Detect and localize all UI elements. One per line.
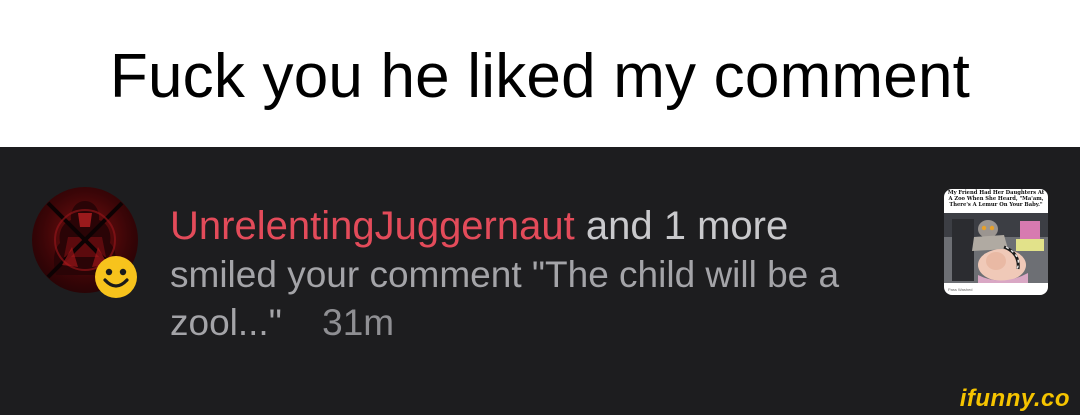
smiley-face-icon (93, 254, 139, 300)
post-thumbnail[interactable]: My Friend Had Her Daughters At A Zoo Whe… (944, 189, 1048, 295)
notification-message-continued: zool..." 31m (170, 299, 910, 347)
meme: Fuck you he liked my comment Unrelenting… (0, 0, 1080, 415)
thumbnail-caption: My Friend Had Her Daughters At A Zoo Whe… (947, 190, 1045, 208)
username[interactable]: UnrelentingJuggernaut (170, 204, 575, 248)
thumbnail-photo (944, 213, 1048, 283)
comment-excerpt-end: zool..." (170, 302, 282, 343)
notification-item[interactable]: UnrelentingJuggernaut and 1 more smiled … (0, 147, 1080, 415)
and-more-text: and 1 more (585, 204, 789, 248)
meme-caption: Fuck you he liked my comment (109, 42, 971, 111)
timestamp: 31m (322, 302, 395, 343)
notification-message: smiled your comment "The child will be a (170, 254, 840, 295)
notification-headline: UnrelentingJuggernaut and 1 more (170, 201, 910, 251)
caption-area: Fuck you he liked my comment (0, 0, 1080, 147)
notification-text: UnrelentingJuggernaut and 1 more smiled … (170, 201, 910, 347)
ifunny-watermark: ifunny.co (959, 385, 1070, 412)
thumbnail-footer: Pass Washed (948, 287, 973, 292)
